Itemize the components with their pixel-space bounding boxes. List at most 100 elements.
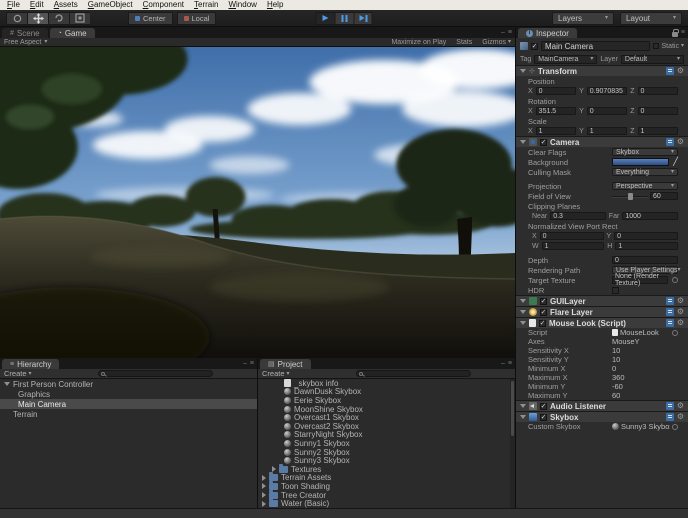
menu-edit[interactable]: Edit [25,0,49,10]
hierarchy-item[interactable]: Graphics [0,389,257,399]
foldout-closed-icon[interactable] [262,501,266,507]
layout-dropdown[interactable]: Layout ▾ [620,12,682,25]
menu-component[interactable]: Component [138,0,189,10]
help-icon[interactable] [666,308,674,316]
project-item[interactable]: StarryNight Skybox [258,431,515,440]
gear-icon[interactable]: ⚙ [677,413,684,421]
lock-icon[interactable] [672,32,678,37]
project-item[interactable]: DawnDusk Skybox [258,388,515,397]
eyedropper-icon[interactable]: ╱ [673,158,678,166]
hierarchy-item[interactable]: Terrain [0,409,257,419]
fov-value-field[interactable]: 60 [650,192,678,200]
hdr-checkbox[interactable] [612,287,619,294]
audio-listener-component-header[interactable]: ✓ Audio Listener ⚙ [516,400,688,411]
gizmos-dropdown[interactable]: Gizmos ▾ [482,39,511,46]
object-picker-icon[interactable] [672,330,678,336]
project-item[interactable]: Eerie Skybox [258,396,515,405]
foldout-closed-icon[interactable] [262,475,266,481]
play-button[interactable] [316,12,335,25]
gear-icon[interactable]: ⚙ [677,402,684,410]
position-x-field[interactable]: 0 [536,87,576,95]
tab-inspector[interactable]: i Inspector [518,28,577,38]
project-scrollbar[interactable] [510,379,515,508]
project-item[interactable]: Sunny3 Skybox [258,456,515,465]
tag-dropdown[interactable]: MainCamera▾ [534,55,597,64]
help-icon[interactable] [666,67,674,75]
fov-slider[interactable] [612,192,648,200]
rotation-x-field[interactable]: 351.5 [536,107,576,115]
scale-tool-button[interactable] [69,12,90,25]
project-create-button[interactable]: Create ▾ [262,369,290,378]
tab-scene[interactable]: # Scene [2,28,48,38]
gear-icon[interactable]: ⚙ [677,308,684,316]
project-item[interactable]: Sunny2 Skybox [258,448,515,457]
static-toggle[interactable]: Static ▾ [653,43,684,50]
audio-listener-enabled-checkbox[interactable]: ✓ [540,403,547,410]
foldout-open-icon[interactable] [520,299,526,303]
position-y-field[interactable]: 0.9070835 [587,87,627,95]
active-checkbox[interactable]: ✓ [531,43,538,50]
foldout-open-icon[interactable] [520,69,526,73]
project-item[interactable]: Terrain Assets [258,474,515,483]
menu-terrain[interactable]: Terrain [189,0,223,10]
aspect-dropdown[interactable]: Free Aspect ▾ [4,39,47,46]
foldout-open-icon[interactable] [520,310,526,314]
project-item[interactable]: Overcast2 Skybox [258,422,515,431]
custom-skybox-object-field[interactable]: Sunny3 Skybox [621,422,670,431]
background-color-swatch[interactable] [612,158,669,166]
scale-x-field[interactable]: 1 [536,127,576,135]
guilayer-component-header[interactable]: ✓ GUILayer ⚙ [516,295,688,306]
guilayer-enabled-checkbox[interactable]: ✓ [540,298,547,305]
menu-gameobject[interactable]: GameObject [83,0,138,10]
flare-layer-component-header[interactable]: ✓ Flare Layer ⚙ [516,306,688,317]
tab-hierarchy[interactable]: ≡ Hierarchy [2,359,59,369]
flare-enabled-checkbox[interactable]: ✓ [540,309,547,316]
tab-project[interactable]: ▤ Project [260,359,311,369]
scale-y-field[interactable]: 1 [587,127,627,135]
tab-game[interactable]: ◔ Game [50,28,95,38]
help-icon[interactable] [666,319,674,327]
panel-menu-icon[interactable]: ≡ [681,29,685,37]
minimum-x-field[interactable]: 0 [612,364,616,373]
hierarchy-search-input[interactable] [98,370,214,377]
rotate-tool-button[interactable] [48,12,69,25]
script-object-field[interactable]: MouseLook [620,328,659,337]
rotation-y-field[interactable]: 0 [587,107,627,115]
help-icon[interactable] [666,297,674,305]
sensitivity-y-field[interactable]: 10 [612,355,620,364]
hierarchy-create-button[interactable]: Create ▾ [4,369,32,378]
maximum-x-field[interactable]: 360 [612,373,625,382]
object-picker-icon[interactable] [672,277,678,283]
project-item[interactable]: Water (Basic) [258,499,515,508]
sensitivity-x-field[interactable]: 10 [612,346,620,355]
object-picker-icon[interactable] [672,424,678,430]
scale-z-field[interactable]: 1 [638,127,678,135]
foldout-open-icon[interactable] [520,404,526,408]
projection-dropdown[interactable]: Perspective▾ [612,182,678,190]
far-field[interactable]: 1000 [622,212,678,220]
project-item[interactable]: Toon Shading [258,482,515,491]
layers-dropdown[interactable]: Layers ▾ [552,12,614,25]
menu-window[interactable]: Window [223,0,261,10]
menu-assets[interactable]: Assets [49,0,83,10]
project-item[interactable]: Overcast1 Skybox [258,413,515,422]
target-texture-object-field[interactable]: None (Render Texture) [612,276,668,284]
culling-mask-dropdown[interactable]: Everything▾ [612,168,678,176]
near-field[interactable]: 0.3 [550,212,606,220]
foldout-open-icon[interactable] [520,321,526,325]
gear-icon[interactable]: ⚙ [677,297,684,305]
axes-dropdown[interactable]: MouseY [612,337,640,346]
project-search-input[interactable] [356,370,472,377]
foldout-closed-icon[interactable] [272,466,276,472]
maximize-on-play-toggle[interactable]: Maximize on Play [391,39,446,46]
foldout-closed-icon[interactable] [262,483,266,489]
gear-icon[interactable]: ⚙ [677,67,684,75]
hierarchy-item[interactable]: First Person Controller [0,379,257,389]
viewport-y-field[interactable]: 0 [614,232,678,240]
mouse-look-enabled-checkbox[interactable]: ✓ [539,320,546,327]
help-icon[interactable] [666,413,674,421]
panel-menu-icon[interactable]: ≡ [508,360,512,367]
minimize-icon[interactable]: – [501,29,505,36]
rotation-local-button[interactable]: Local [177,12,217,25]
viewport-w-field[interactable]: 1 [542,242,605,250]
